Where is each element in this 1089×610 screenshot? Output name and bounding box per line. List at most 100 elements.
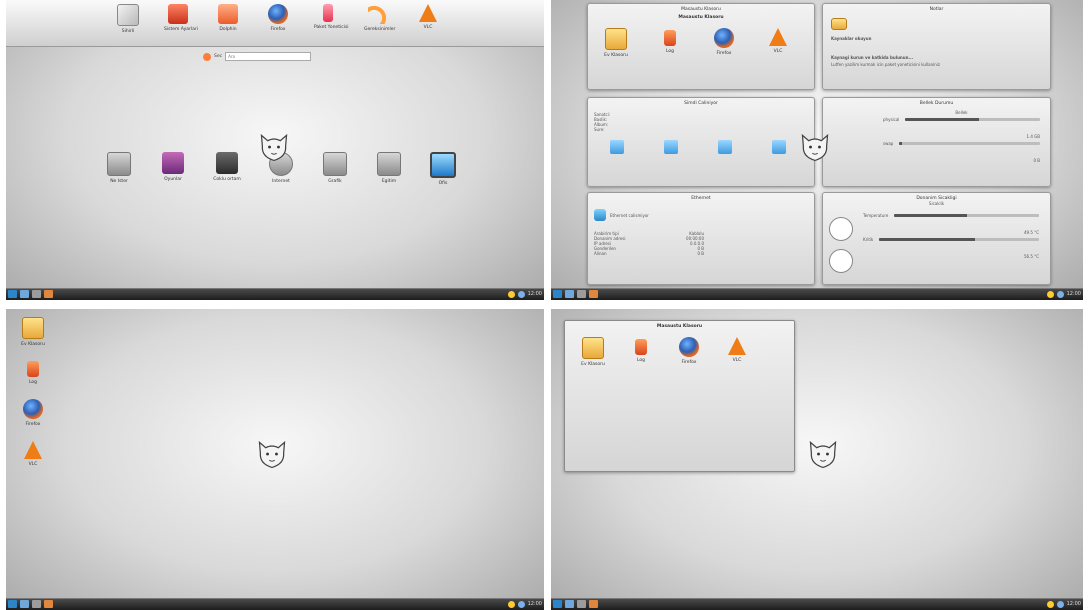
ethernet-widget-title: Ethernet (691, 196, 711, 201)
folder-item[interactable]: VLC (764, 28, 792, 58)
category-label: Egitim (381, 179, 397, 184)
files-icon[interactable] (577, 290, 586, 298)
item-label: VLC (732, 358, 742, 363)
item-label: Firefox (681, 360, 697, 365)
app-icon[interactable] (589, 290, 598, 298)
play-button[interactable] (664, 140, 678, 154)
network-icon (594, 209, 606, 221)
item-label: VLC (773, 49, 783, 54)
notes-line2: Kaynagi kurun ve katkida bulunun... (831, 55, 914, 60)
folder-item[interactable]: VLC (723, 337, 751, 367)
files-icon[interactable] (577, 600, 586, 608)
category-label: Oyunlar (164, 177, 182, 182)
start-menu-icon[interactable] (553, 600, 562, 608)
pardus-mascot-logo (805, 437, 841, 471)
vlc-icon (24, 441, 42, 459)
app-icon[interactable] (589, 600, 598, 608)
search-label: Sec (214, 54, 223, 59)
ethernet-status: Ethernet calismiyor (610, 212, 649, 218)
package-launcher[interactable]: Paket Yoneticisi (314, 4, 349, 34)
curve-launcher[interactable]: Gereksinimler (364, 4, 395, 34)
dolphin-label: Dolphin (219, 27, 237, 32)
folder-item[interactable]: Ev Klasoru (579, 337, 607, 367)
folder-item[interactable]: Firefox (675, 337, 703, 367)
firefox-icon (23, 399, 43, 419)
network-icon[interactable] (517, 290, 525, 298)
item-label: Log (636, 358, 646, 363)
folder-item[interactable]: Log (627, 337, 655, 367)
category-item[interactable]: Ne Ister (102, 152, 136, 186)
next-button[interactable] (772, 140, 786, 154)
category-item[interactable]: Grafik (318, 152, 352, 186)
education-icon (377, 152, 401, 176)
dolphin-launcher[interactable]: Dolphin (214, 4, 242, 34)
category-item[interactable]: Oyunlar (156, 152, 190, 186)
notification-icon[interactable] (1046, 600, 1054, 608)
sensor1-label: Temperature (863, 213, 889, 218)
clock[interactable]: 12:00 (528, 600, 542, 608)
notification-icon[interactable] (1046, 290, 1054, 298)
network-icon[interactable] (517, 600, 525, 608)
app-icon[interactable] (44, 290, 53, 298)
category-label: Ne Ister (110, 179, 128, 184)
notes-line1: Kaynaklar okuyun (831, 36, 872, 41)
desktop-shortcut[interactable]: Ev Klasoru (18, 317, 48, 347)
clock[interactable]: 12:00 (1067, 600, 1081, 608)
search-input[interactable]: Ara (225, 52, 312, 61)
swap-fill (899, 142, 903, 145)
previous-button[interactable] (610, 140, 624, 154)
clock[interactable]: 12:00 (528, 290, 542, 298)
app-icon[interactable] (44, 600, 53, 608)
office-icon (430, 152, 456, 178)
tools-launcher[interactable]: Sihirli (114, 4, 142, 34)
stop-button[interactable] (718, 140, 732, 154)
desktop-icon[interactable] (20, 600, 29, 608)
firefox-launcher[interactable]: Firefox (264, 4, 292, 34)
desktop-icon[interactable] (565, 290, 574, 298)
graphic-icon (323, 152, 347, 176)
folder-icon (22, 317, 44, 339)
settings-launcher[interactable]: Sistem Ayarlari (164, 4, 198, 34)
category-item[interactable]: Egitim (372, 152, 406, 186)
start-menu-icon[interactable] (553, 290, 562, 298)
taskbar: 12:00 (6, 598, 544, 610)
taskbar: 12:00 (551, 598, 1083, 610)
category-item[interactable]: Ofis (426, 152, 460, 186)
start-menu-icon[interactable] (8, 290, 17, 298)
folder-view-widget: Masaustu Klasoru Ev Klasoru Log Firefox … (564, 320, 795, 472)
shortcut-label: Firefox (25, 422, 41, 427)
desktop-icon[interactable] (565, 600, 574, 608)
notification-icon[interactable] (507, 290, 515, 298)
item-label: Ev Klasoru (604, 53, 628, 58)
note-icon (831, 18, 847, 30)
folder-item[interactable]: Log (656, 28, 684, 58)
category-item[interactable]: Coklu ortam (210, 152, 244, 186)
network-icon[interactable] (1056, 600, 1064, 608)
temperature-header: Sicaklik (928, 201, 945, 206)
start-menu-icon[interactable] (8, 600, 17, 608)
sensor2-value: 56.5 °C (1024, 254, 1039, 259)
vlc-launcher[interactable]: VLC (414, 4, 442, 34)
desktop-shortcut[interactable]: Log (18, 359, 48, 385)
notes-line3: Lutfen yazilim kurmak icin paket yonetic… (831, 62, 940, 67)
widgets-desktop: Masaustu Klasoru Masaustu Klasoru Ev Kla… (551, 0, 1083, 300)
desktop-shortcut[interactable]: VLC (18, 441, 48, 467)
package-label: Paket Yoneticisi (314, 25, 349, 30)
item-label: Ev Klasoru (581, 362, 605, 367)
files-icon[interactable] (32, 290, 41, 298)
notification-icon[interactable] (507, 600, 515, 608)
desktop-icon[interactable] (20, 290, 29, 298)
network-icon[interactable] (1056, 290, 1064, 298)
curve-icon (368, 4, 388, 24)
pardus-mascot-logo (797, 130, 833, 164)
physical-label: physical (883, 117, 900, 122)
folder-item[interactable]: Firefox (710, 28, 738, 58)
folder-item[interactable]: Ev Klasoru (602, 28, 630, 58)
vlc-label: VLC (423, 25, 433, 30)
clock[interactable]: 12:00 (1067, 290, 1081, 298)
files-icon[interactable] (32, 600, 41, 608)
memory-widget: Bellek Durumu Bellek physical 1.4 GB swa… (822, 97, 1051, 187)
media-field: Sure: (594, 127, 605, 132)
multimedia-icon (216, 152, 238, 174)
desktop-shortcut[interactable]: Firefox (18, 399, 48, 427)
